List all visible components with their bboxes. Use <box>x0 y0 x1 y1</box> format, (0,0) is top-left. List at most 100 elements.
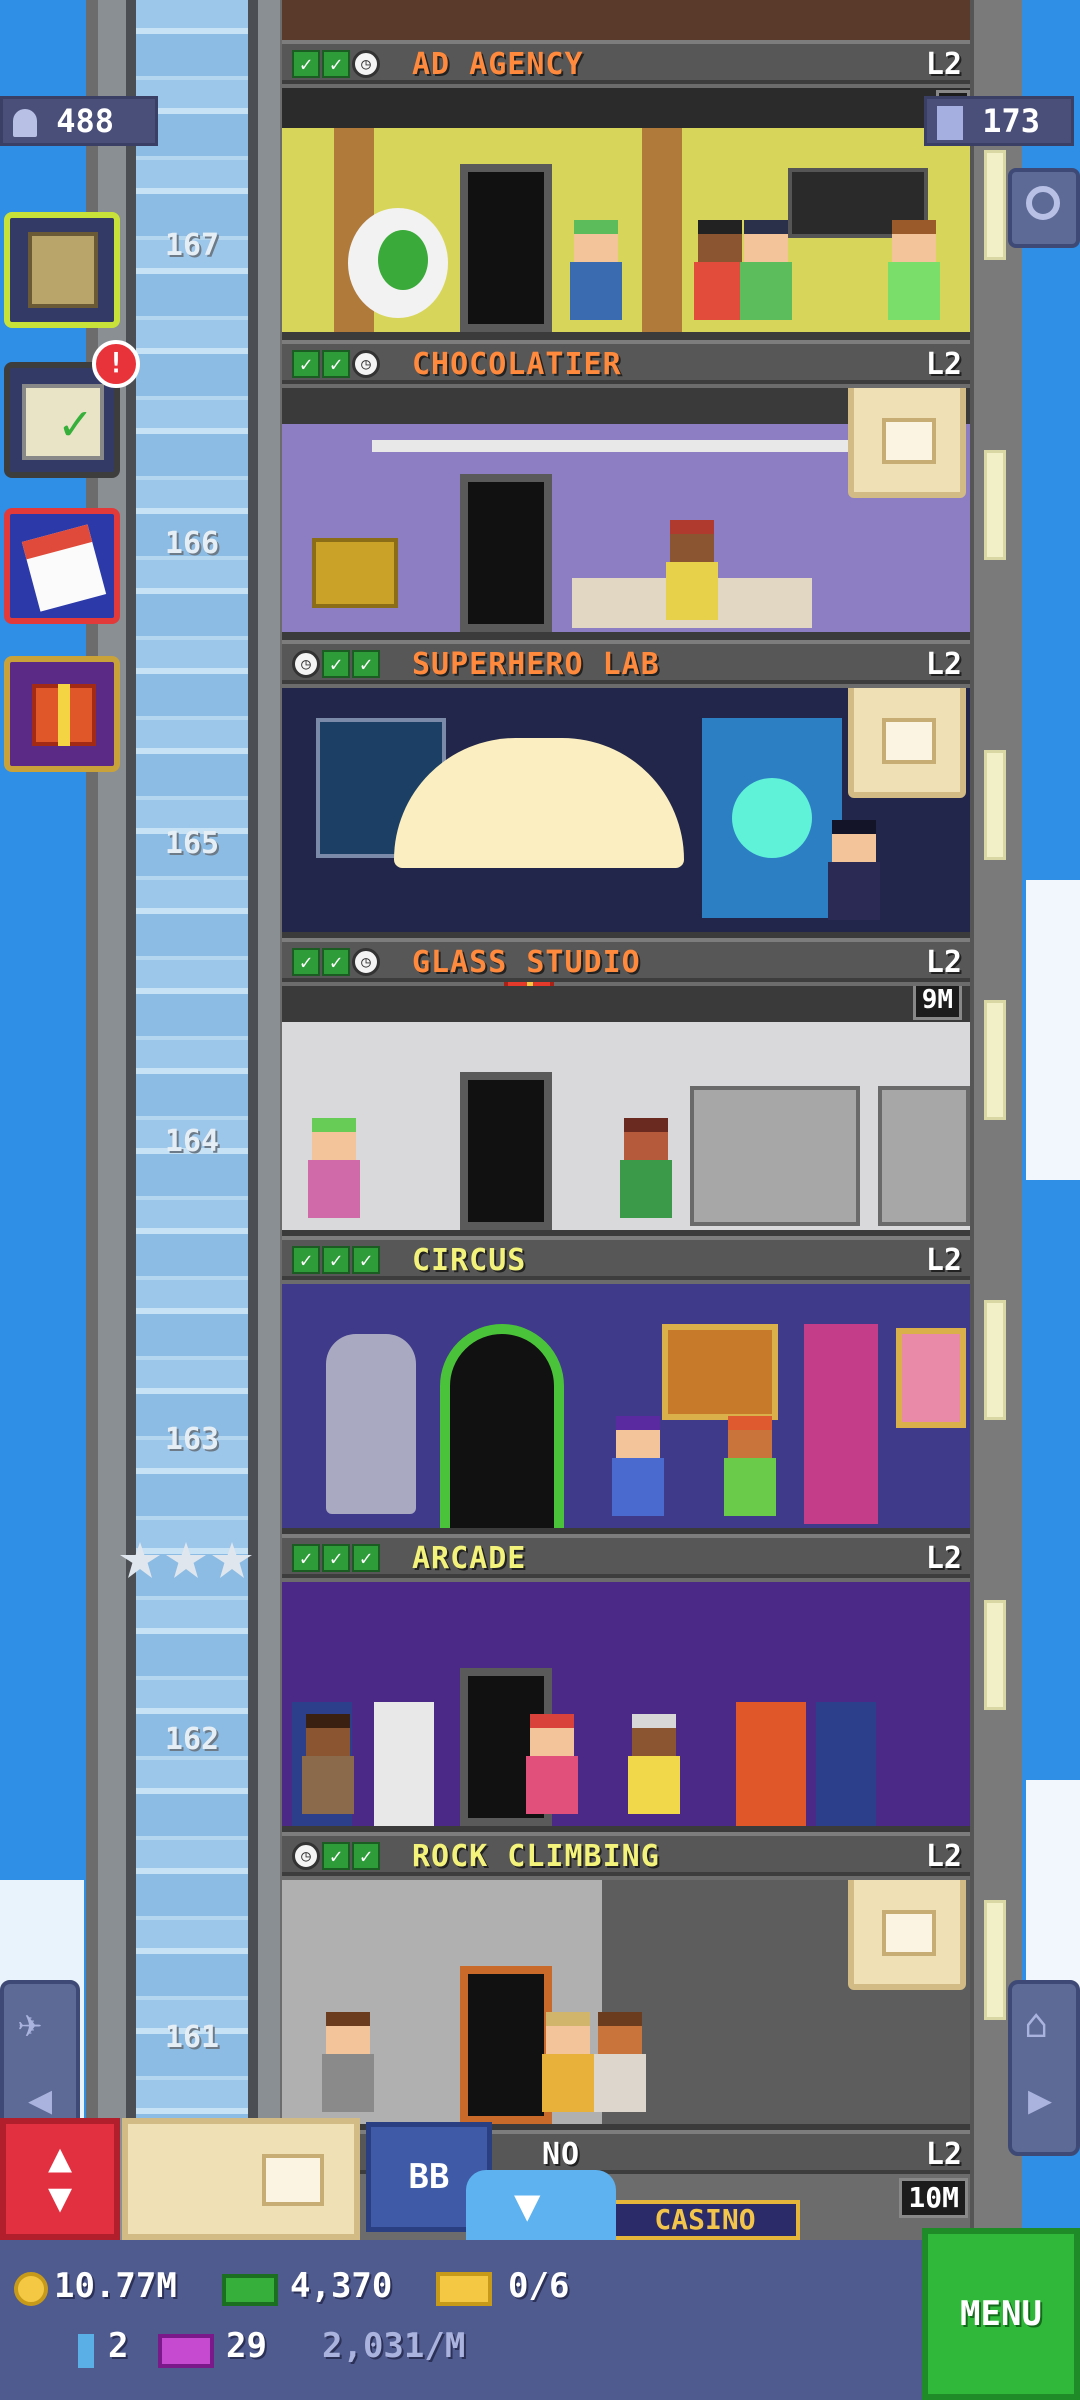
floor-level: L2 <box>925 647 962 682</box>
search-button[interactable] <box>1008 168 1080 248</box>
restock-button[interactable] <box>848 388 966 498</box>
floor-name: CHOCOLATIER <box>412 347 622 382</box>
calendar-button[interactable] <box>4 508 120 624</box>
population-counter[interactable]: 488 <box>0 96 158 146</box>
tower-resident[interactable] <box>322 2012 374 2112</box>
window-slot <box>984 1600 1006 1710</box>
floor-number: 162 <box>164 1722 220 1757</box>
person-icon <box>13 109 37 137</box>
stock-all-button[interactable] <box>122 2118 360 2240</box>
floor-progress: ✓ ✓ ✓ <box>292 1246 380 1274</box>
floor-name: ROCK CLIMBING <box>412 1839 660 1874</box>
check-icon: ✓ <box>322 948 350 976</box>
home-button[interactable]: ⌂ ▶ <box>1008 1980 1080 2156</box>
build-floor-button[interactable] <box>4 212 120 328</box>
tower-resident[interactable] <box>666 520 718 620</box>
plane-icon: ✈ <box>18 2001 43 2047</box>
check-icon: ✓ <box>322 50 350 78</box>
tiger-poster <box>662 1324 778 1420</box>
tower-resident[interactable] <box>628 1714 680 1814</box>
floor-name: AD AGENCY <box>412 47 584 82</box>
building-icon <box>937 106 963 140</box>
floor-counter[interactable]: 173 <box>924 96 1074 146</box>
elephant-statue <box>326 1334 416 1514</box>
bottom-status-bar: 10.77M 4,370 0/6 2 29 2,031/M <box>0 2240 1080 2400</box>
window-slot <box>984 450 1006 560</box>
floor-progress: ✓ ✓ ◷ <box>292 948 380 976</box>
clock-icon: ◷ <box>352 50 380 78</box>
income-badge: 10M <box>899 2178 968 2218</box>
floor-header-arcade[interactable]: ✓ ✓ ✓ ARCADE L2 <box>282 1534 970 1578</box>
tower-resident[interactable] <box>888 220 940 320</box>
room-door <box>460 474 552 632</box>
check-icon: ✓ <box>352 1842 380 1870</box>
pipe <box>372 440 872 452</box>
floor-level: L2 <box>925 2137 962 2172</box>
floor-header-rock-climbing[interactable]: ◷ ✓ ✓ ROCK CLIMBING L2 <box>282 1832 970 1876</box>
room-chocolatier[interactable] <box>282 388 970 642</box>
tower-resident[interactable] <box>694 220 746 320</box>
floor-number: 163 <box>164 1422 220 1457</box>
tower-resident[interactable] <box>828 820 880 920</box>
tower-resident[interactable] <box>542 2012 594 2112</box>
tower-resident[interactable] <box>620 1118 672 1218</box>
glass-shelf <box>690 1086 860 1226</box>
room-ad-agency[interactable]: 6 <box>282 88 970 342</box>
home-icon: ⌂ <box>1024 2001 1049 2047</box>
tower-resident[interactable] <box>724 1416 776 1516</box>
floor-level: L2 <box>925 1541 962 1576</box>
tower-resident[interactable] <box>526 1714 578 1814</box>
floor-header-circus[interactable]: ✓ ✓ ✓ CIRCUS L2 <box>282 1236 970 1280</box>
floor-number: 166 <box>164 526 220 561</box>
room-circus[interactable] <box>282 1284 970 1538</box>
clock-icon: ◷ <box>352 948 380 976</box>
income-rate: 2,031/M <box>322 2326 466 2366</box>
gift-button[interactable] <box>4 656 120 772</box>
restock-button[interactable] <box>848 1880 966 1990</box>
bux-icon <box>222 2274 278 2306</box>
room-ceiling <box>282 88 970 128</box>
elevator-stars <box>120 1542 264 1578</box>
menu-button[interactable]: MENU <box>922 2228 1080 2400</box>
floor-header-ad-agency[interactable]: ✓ ✓ ◷ AD AGENCY L2 <box>282 40 970 84</box>
scroll-down-button[interactable]: ▼ <box>466 2170 616 2240</box>
floor-header-superhero-lab[interactable]: ◷ ✓ ✓ SUPERHERO LAB L2 <box>282 640 970 684</box>
casino-sign: CASINO <box>610 2200 800 2240</box>
floor-number: 161 <box>164 2020 220 2055</box>
check-icon: ✓ <box>322 1544 350 1572</box>
floor-level: L2 <box>925 1243 962 1278</box>
population-value: 488 <box>56 102 115 140</box>
room-door <box>460 1966 552 2124</box>
window-slot <box>984 1000 1006 1120</box>
floor-name: SUPERHERO LAB <box>412 647 660 682</box>
tower-resident[interactable] <box>612 1416 664 1516</box>
coin-icon <box>14 2272 48 2306</box>
tower-resident[interactable] <box>302 1714 354 1814</box>
floor-progress: ◷ ✓ ✓ <box>292 1842 380 1870</box>
room-glass-studio[interactable]: 9M <box>282 986 970 1240</box>
room-strip-top[interactable] <box>282 0 970 40</box>
restock-button[interactable] <box>848 688 966 798</box>
elevator-control-button[interactable]: ▲ ▼ <box>0 2118 120 2240</box>
egg-chair-seat <box>378 230 428 290</box>
floor-header-glass-studio[interactable]: ✓ ✓ ◷ GLASS STUDIO L2 <box>282 938 970 982</box>
room-arcade[interactable] <box>282 1582 970 1836</box>
teleporter-glow <box>732 778 812 858</box>
check-icon: ✓ <box>322 1246 350 1274</box>
room-rock-climbing[interactable] <box>282 1880 970 2134</box>
floor-header-chocolatier[interactable]: ✓ ✓ ◷ CHOCOLATIER L2 <box>282 340 970 384</box>
room-superhero-lab[interactable] <box>282 688 970 942</box>
check-icon: ✓ <box>352 650 380 678</box>
floor-number: 167 <box>164 228 220 263</box>
tower-resident[interactable] <box>740 220 792 320</box>
calendar-icon <box>21 524 107 612</box>
tower-resident[interactable] <box>594 2012 646 2112</box>
tower-resident[interactable] <box>308 1118 360 1218</box>
tower-resident[interactable] <box>570 220 622 320</box>
floor-level: L2 <box>925 1839 962 1874</box>
floor-name: GLASS STUDIO <box>412 945 641 980</box>
shaft-rail-right <box>248 0 258 2240</box>
elevator-shaft[interactable] <box>136 0 248 2240</box>
clock-icon: ◷ <box>292 1842 320 1870</box>
right-arrow-icon: ▶ <box>1028 2077 1053 2123</box>
